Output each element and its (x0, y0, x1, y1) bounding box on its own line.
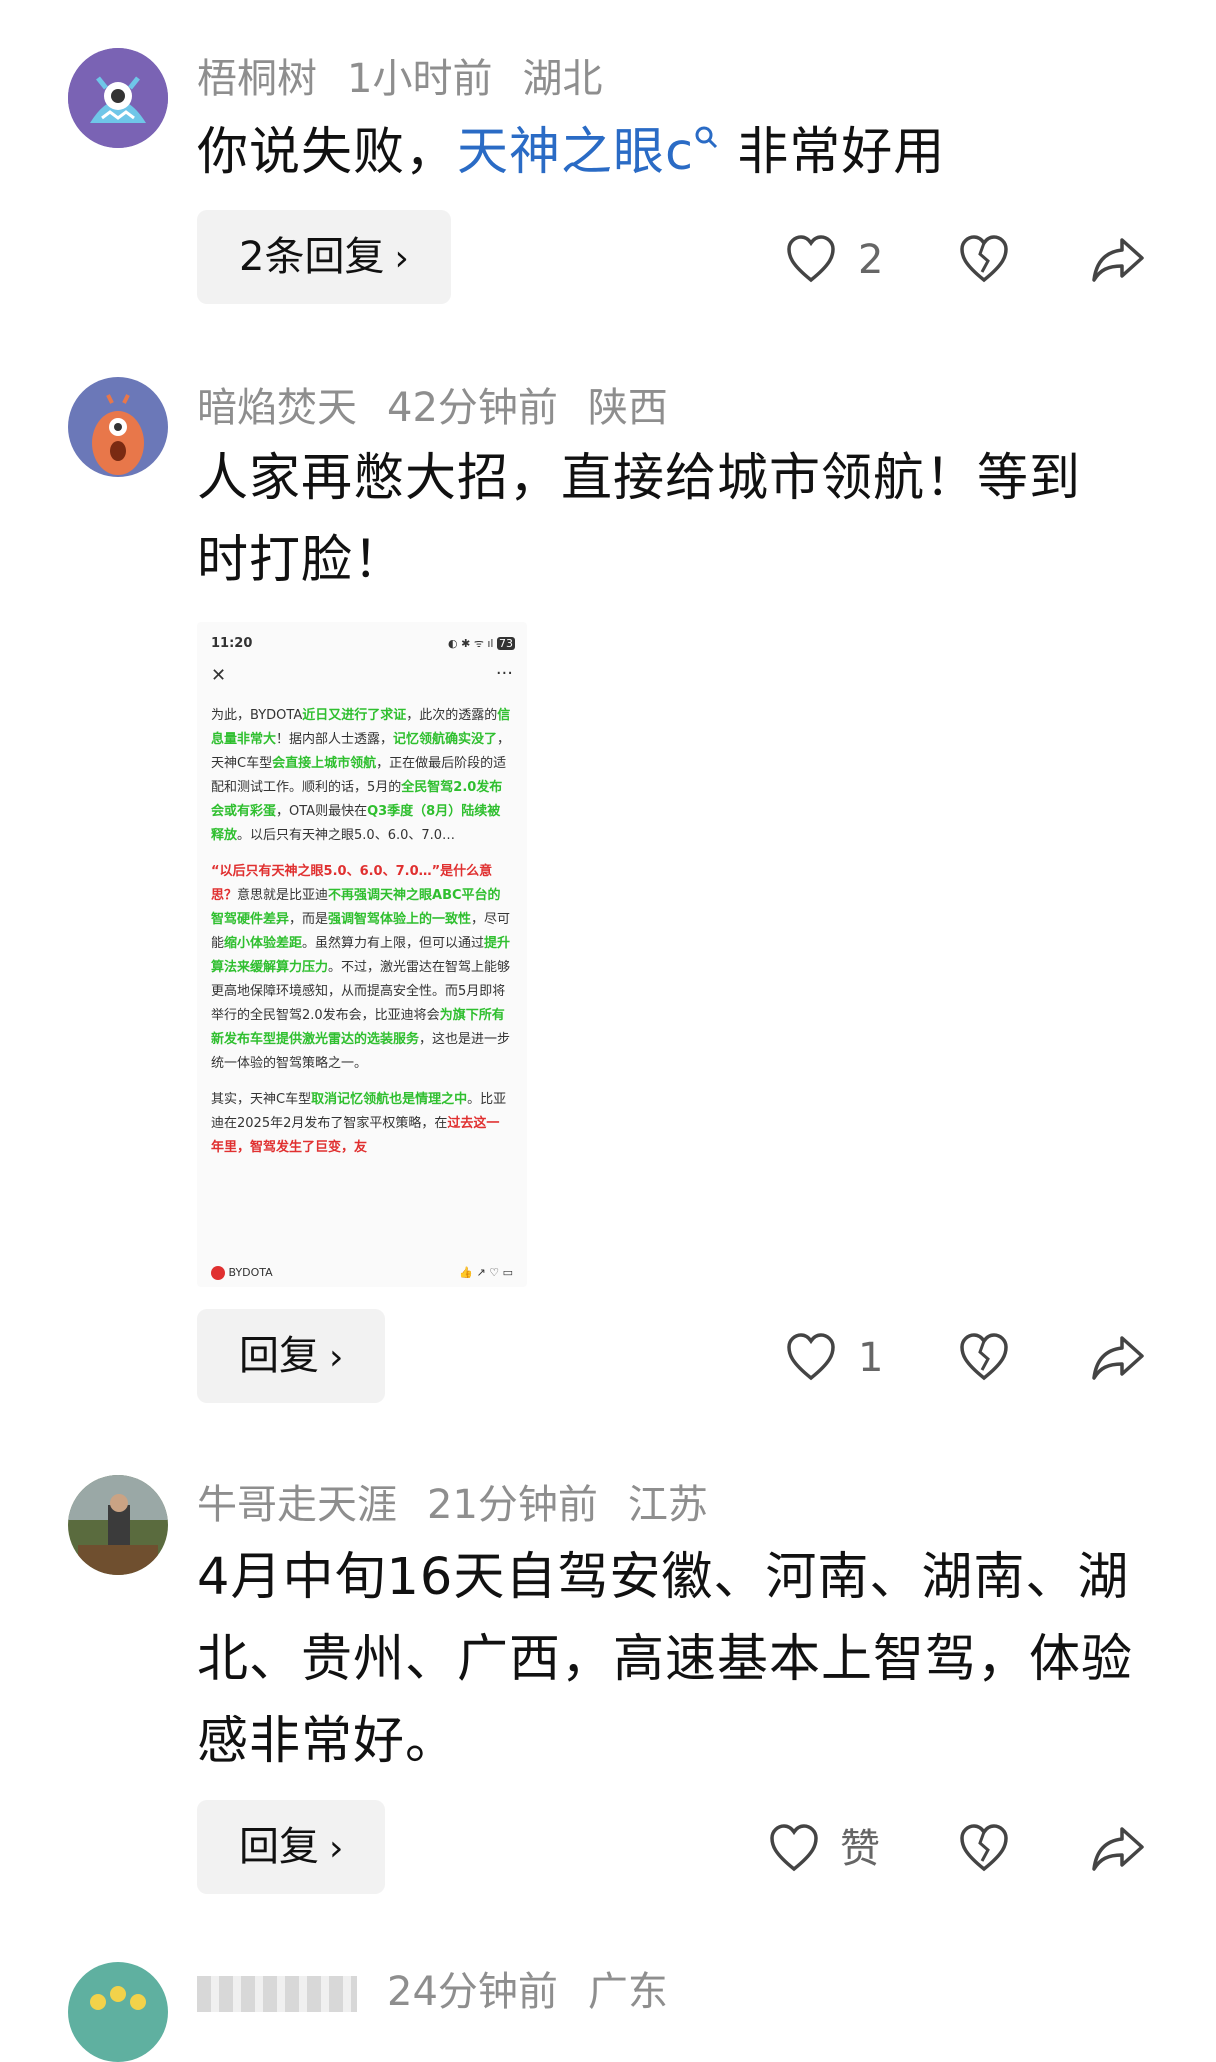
creature-avatar-icon (68, 377, 168, 477)
chevron-right-icon: › (329, 1828, 344, 1869)
creature-avatar-icon (68, 1962, 168, 2062)
chevron-right-icon: › (329, 1337, 344, 1378)
avatar[interactable] (68, 1962, 168, 2062)
reply-button[interactable]: 回复 › (197, 1309, 386, 1403)
more-icon: ··· (495, 663, 513, 684)
like-count: 1 (858, 1335, 884, 1381)
comment-image[interactable]: 11:20 ◐ ✱ ᯤ ıl 73 ✕ ··· 为此，BYDOTA近日又进行了求… (197, 622, 527, 1287)
reply-label: 回复 (239, 1824, 319, 1870)
timestamp: 24分钟前 (387, 1969, 558, 2015)
avatar[interactable] (68, 1475, 168, 1575)
photo-avatar-icon (68, 1475, 168, 1575)
comment-text-part: 非常好用 (720, 123, 946, 182)
heart-icon[interactable] (785, 230, 837, 290)
close-icon: ✕ (211, 665, 227, 686)
article-author: BYDOTA (228, 1266, 273, 1279)
broken-heart-icon[interactable] (958, 1328, 1010, 1388)
username[interactable]: 梧桐树 (197, 56, 317, 102)
avatar[interactable] (68, 48, 168, 148)
share-icon[interactable] (1090, 1328, 1146, 1388)
article-footer: BYDOTA 👍 ↗ ♡ ▭ (211, 1261, 513, 1281)
view-replies-label: 2条回复 (239, 234, 385, 280)
timestamp: 1小时前 (347, 56, 493, 102)
status-time: 11:20 (211, 636, 253, 651)
author-avatar (211, 1266, 225, 1280)
battery-icon: 73 (497, 637, 515, 650)
share-icon[interactable] (1090, 230, 1146, 290)
comment-text: 4月中旬16天自驾安徽、河南、湖南、湖北、贵州、广西，高速基本上智驾，体验感非常… (197, 1548, 1134, 1771)
username[interactable]: 牛哥走天涯 (197, 1482, 397, 1528)
search-link[interactable]: 天神之眼c (457, 123, 720, 182)
reply-label: 回复 (239, 1333, 319, 1379)
comment-meta: 24分钟前 广东 (197, 1966, 698, 2018)
comment-meta: 梧桐树 1小时前 湖北 (197, 53, 632, 105)
comment-text: 你说失败，天神之眼c 非常好用 (197, 112, 1157, 194)
article-body: 为此，BYDOTA近日又进行了求证，此次的透露的信息量非常大！据内部人士透露，记… (211, 708, 511, 1155)
location: 江苏 (627, 1482, 708, 1528)
comment-text: 人家再憋大招，直接给城市领航！等到时打脸！ (197, 449, 1082, 590)
comment-meta: 暗焰焚天 42分钟前 陕西 (197, 382, 698, 434)
location: 湖北 (522, 56, 603, 102)
location: 陕西 (587, 385, 668, 431)
broken-heart-icon[interactable] (958, 230, 1010, 290)
timestamp: 42分钟前 (387, 385, 558, 431)
monster-avatar-icon (68, 48, 168, 148)
heart-icon[interactable] (768, 1819, 820, 1879)
comment-meta: 牛哥走天涯 21分钟前 江苏 (197, 1479, 738, 1531)
timestamp: 21分钟前 (427, 1482, 598, 1528)
chevron-right-icon: › (394, 238, 409, 279)
search-link-label: 天神之眼c (457, 123, 695, 182)
avatar[interactable] (68, 377, 168, 477)
username[interactable]: 暗焰焚天 (197, 385, 357, 431)
comment-text-part: 你说失败， (197, 123, 458, 182)
reply-button[interactable]: 回复 › (197, 1800, 386, 1894)
search-icon (695, 126, 718, 149)
broken-heart-icon[interactable] (958, 1819, 1010, 1879)
like-label: 赞 (840, 1826, 880, 1872)
like-count: 2 (858, 237, 884, 283)
location: 广东 (587, 1969, 668, 2015)
heart-icon[interactable] (785, 1328, 837, 1388)
share-icon[interactable] (1090, 1819, 1146, 1879)
status-icons: ◐ ✱ ᯤ ıl 73 (448, 637, 515, 650)
username-blurred[interactable] (197, 1976, 357, 2012)
view-replies-button[interactable]: 2条回复 › (197, 210, 451, 304)
article-actions-icons: 👍 ↗ ♡ ▭ (459, 1266, 513, 1279)
